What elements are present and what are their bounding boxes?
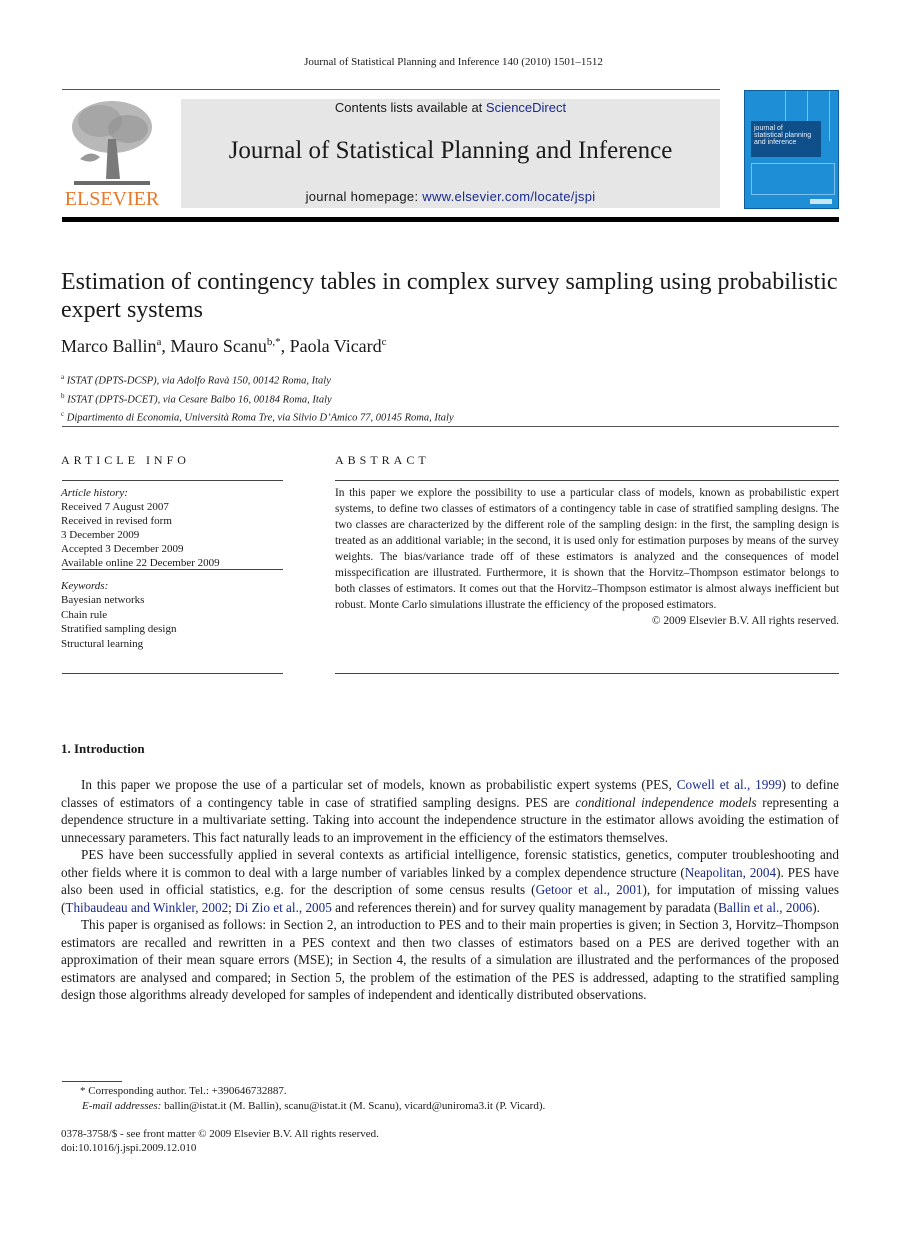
author-affiliation-marker[interactable]: a [156, 336, 161, 348]
author-affiliation-marker[interactable]: c [382, 336, 387, 348]
author-affiliation-marker[interactable]: b,* [267, 336, 281, 348]
author-name[interactable]: Paola Vicard [290, 336, 382, 356]
history-item: Available online 22 December 2009 [61, 557, 220, 569]
cover-title: journal of statistical planning and infe… [754, 125, 812, 146]
citation-link[interactable]: Cowell et al., 1999 [677, 777, 782, 792]
divider [62, 673, 283, 674]
header-thick-rule [62, 217, 839, 222]
header-rule [62, 89, 720, 90]
divider [62, 480, 283, 481]
front-matter: 0378-3758/$ - see front matter © 2009 El… [61, 1127, 379, 1155]
elsevier-tree-icon [72, 101, 152, 185]
history-item: 3 December 2009 [61, 529, 140, 541]
keyword-item: Chain rule [61, 608, 108, 621]
doi[interactable]: doi:10.1016/j.jspi.2009.12.010 [61, 1141, 379, 1155]
keywords-label: Keywords: [61, 580, 109, 592]
citation-link[interactable]: Getoor et al., 2001 [536, 882, 643, 897]
paragraph: PES have been successfully applied in se… [61, 847, 840, 915]
homepage-line: journal homepage: www.elsevier.com/locat… [181, 189, 720, 204]
history-item: Received 7 August 2007 [61, 501, 169, 513]
article-title: Estimation of contingency tables in comp… [61, 269, 838, 323]
keyword-item: Stratified sampling design [61, 623, 177, 636]
abstract-body: In this paper we explore the possibility… [335, 485, 839, 629]
journal-homepage-link[interactable]: www.elsevier.com/locate/jspi [422, 189, 595, 204]
author-list: Marco Ballina, Mauro Scanub,*, Paola Vic… [61, 336, 387, 356]
cover-publisher-mark [810, 199, 832, 204]
citation-link[interactable]: Di Zio et al., 2005 [235, 900, 332, 915]
footnotes: * Corresponding author. Tel.: +390646732… [62, 1084, 545, 1114]
history-label: Article history: [61, 487, 128, 499]
article-history: Article history: Received 7 August 2007 … [61, 486, 286, 570]
abstract-heading: ABSTRACT [335, 453, 430, 467]
footnote-rule [62, 1081, 122, 1082]
keyword-item: Structural learning [61, 637, 144, 650]
contents-prefix: Contents lists available at [334, 100, 486, 115]
citation-link[interactable]: Thibaudeau and Winkler, 2002 [65, 900, 228, 915]
article-info-heading: ARTICLE INFO [61, 453, 190, 467]
journal-masthead: Contents lists available at ScienceDirec… [181, 99, 720, 208]
elsevier-logo[interactable]: ELSEVIER [62, 99, 162, 211]
running-head: Journal of Statistical Planning and Infe… [304, 56, 603, 68]
abstract-text: In this paper we explore the possibility… [335, 487, 839, 611]
homepage-prefix: journal homepage: [305, 189, 423, 204]
corresponding-author-note: * Corresponding author. Tel.: +390646732… [80, 1085, 287, 1097]
history-item: Received in revised form [61, 515, 172, 527]
paragraph: In this paper we propose the use of a pa… [61, 777, 839, 845]
copyright-notice: © 2009 Elsevier B.V. All rights reserved… [651, 615, 839, 627]
citation-link[interactable]: Neapolitan, 2004 [685, 865, 776, 880]
journal-cover-thumbnail[interactable]: journal of statistical planning and infe… [744, 90, 839, 209]
keywords: Keywords: Bayesian networks Chain rule S… [61, 579, 176, 651]
history-item: Accepted 3 December 2009 [61, 543, 184, 555]
affiliation-item: c Dipartimento di Economia, Università R… [61, 410, 454, 424]
affiliation-item: b ISTAT (DPTS-DCET), via Cesare Balbo 16… [61, 391, 332, 406]
contents-line: Contents lists available at ScienceDirec… [181, 99, 720, 115]
issn-line: 0378-3758/$ - see front matter © 2009 El… [61, 1128, 379, 1140]
affiliation-item: a ISTAT (DPTS-DCSP), via Adolfo Ravà 150… [61, 373, 331, 387]
introduction-body: In this paper we propose the use of a pa… [61, 776, 839, 1004]
sciencedirect-link[interactable]: ScienceDirect [486, 100, 566, 115]
author-name[interactable]: Marco Ballin [61, 336, 156, 356]
keyword-item: Bayesian networks [61, 594, 145, 607]
author-name[interactable]: Mauro Scanu [170, 336, 266, 356]
paragraph: This paper is organised as follows: in S… [61, 917, 839, 1002]
section-divider [62, 426, 839, 427]
divider [335, 480, 839, 481]
email-note: E-mail addresses: ballin@istat.it (M. Ba… [82, 1100, 546, 1112]
divider [335, 673, 839, 674]
section-heading-introduction: 1. Introduction [61, 741, 145, 756]
affiliations: a ISTAT (DPTS-DCSP), via Adolfo Ravà 150… [61, 370, 454, 426]
journal-title: Journal of Statistical Planning and Infe… [228, 137, 673, 164]
elsevier-wordmark: ELSEVIER [64, 188, 160, 210]
citation-link[interactable]: Ballin et al., 2006 [718, 900, 812, 915]
